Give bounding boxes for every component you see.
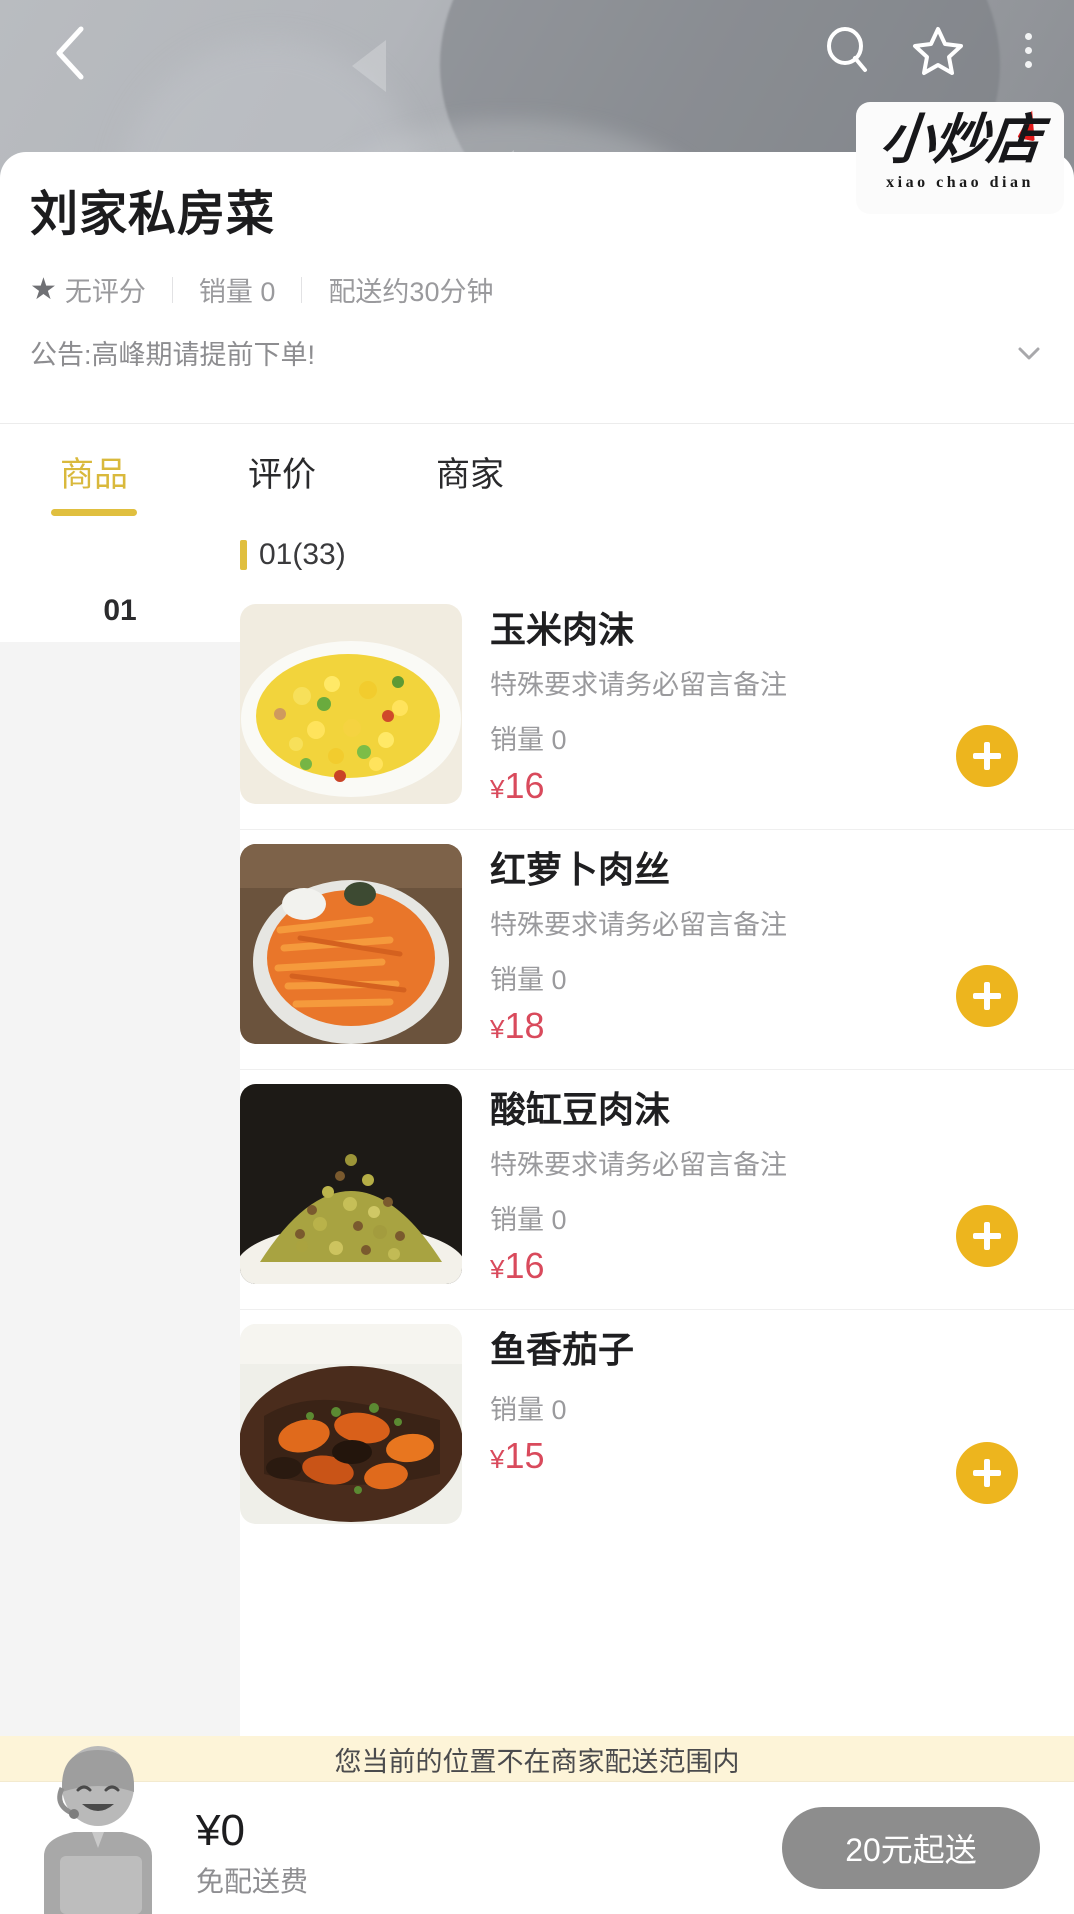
more-options-button[interactable] <box>998 20 1058 80</box>
banner-triangle-one <box>352 40 386 92</box>
price-value: 16 <box>504 1245 545 1286</box>
tab-reviews-label: 评价 <box>248 455 316 494</box>
shop-tabs: 商品 评价 商家 <box>0 423 1074 518</box>
food-sales: 销量 0 <box>490 1395 567 1425</box>
delivery-person-avatar[interactable] <box>26 1744 186 1914</box>
food-name: 红萝卜肉丝 <box>490 849 671 890</box>
tab-products-label: 商品 <box>60 455 128 494</box>
table-row[interactable]: 玉米肉沫 特殊要求请务必留言备注 销量 0 ¥16 <box>240 590 1074 830</box>
star-filled-icon: ★ <box>30 272 57 306</box>
meta-divider-two <box>301 276 303 303</box>
menu-items-list[interactable]: 01(33) 玉米肉沫 特殊要求请务必留言备注 销量 0 ¥16 红萝卜肉丝 特… <box>240 518 1074 1742</box>
tab-merchant-label: 商家 <box>436 455 504 494</box>
currency-symbol: ¥ <box>490 1444 505 1474</box>
corn-mince-photo <box>240 604 462 804</box>
tab-products[interactable]: 商品 <box>51 447 137 516</box>
add-to-cart-button[interactable] <box>956 965 1018 1027</box>
food-description: 特殊要求请务必留言备注 <box>490 670 787 700</box>
currency-symbol: ¥ <box>490 1014 505 1044</box>
tab-merchant[interactable]: 商家 <box>436 447 504 496</box>
section-title: 01(33) <box>259 538 346 571</box>
food-name: 鱼香茄子 <box>490 1329 635 1370</box>
food-thumbnail[interactable] <box>240 1084 462 1284</box>
shop-rating: 无评分 <box>64 277 146 307</box>
add-to-cart-button[interactable] <box>956 725 1018 787</box>
shop-logo-card: 小炒店 xiao chao dian <box>856 102 1064 214</box>
carrot-pork-photo <box>240 844 462 1044</box>
favorite-button[interactable] <box>908 20 968 80</box>
category-sidebar: 01 <box>0 518 240 1742</box>
cart-bar: ¥0 免配送费 20元起送 <box>0 1746 1074 1914</box>
tab-active-underline <box>51 508 137 516</box>
chevron-down-icon[interactable] <box>1014 338 1044 368</box>
shop-detail-page: 小炒店 xiao chao dian 刘家私房菜 ★ 无评分 销量 0 配送约3… <box>0 0 1074 1914</box>
category-sidebar-spacer <box>0 518 240 580</box>
shop-meta-row: ★ 无评分 销量 0 配送约30分钟 <box>30 270 1044 309</box>
food-name: 酸缸豆肉沫 <box>490 1089 671 1130</box>
menu-content: 01 01(33) 玉米肉沫 特殊要求请务必留言备注 销量 0 ¥16 红萝卜肉… <box>0 518 1074 1742</box>
shop-notice-text: 公告:高峰期请提前下单! <box>30 340 316 370</box>
section-accent-bar <box>240 540 247 570</box>
food-description: 特殊要求请务必留言备注 <box>490 910 787 940</box>
food-thumbnail[interactable] <box>240 1324 462 1524</box>
more-vertical-icon <box>1024 32 1032 68</box>
food-description: 特殊要求请务必留言备注 <box>490 1150 787 1180</box>
search-button[interactable] <box>818 20 878 80</box>
table-row[interactable]: 酸缸豆肉沫 特殊要求请务必留言备注 销量 0 ¥16 <box>240 1070 1074 1310</box>
shop-notice-row[interactable]: 公告:高峰期请提前下单! <box>30 333 1044 394</box>
star-outline-icon <box>913 27 963 75</box>
tab-reviews[interactable]: 评价 <box>248 447 316 496</box>
add-to-cart-button[interactable] <box>956 1442 1018 1504</box>
shop-sales: 销量 0 <box>198 277 276 307</box>
fish-fragrant-eggplant-photo <box>240 1324 462 1524</box>
add-to-cart-button[interactable] <box>956 1205 1018 1267</box>
price-value: 15 <box>504 1435 545 1476</box>
chevron-left-icon <box>56 26 84 80</box>
logo-chinese-text: 小炒店 <box>877 110 1043 170</box>
menu-section-header: 01(33) <box>240 518 1074 590</box>
price-value: 16 <box>504 765 545 806</box>
price-value: 18 <box>504 1005 545 1046</box>
cart-total-amount: ¥0 <box>196 1806 245 1855</box>
table-row[interactable]: 红萝卜肉丝 特殊要求请务必留言备注 销量 0 ¥18 <box>240 830 1074 1070</box>
sidebar-item-01[interactable]: 01 <box>0 580 240 642</box>
food-thumbnail[interactable] <box>240 604 462 804</box>
search-icon <box>827 27 867 72</box>
currency-symbol: ¥ <box>490 1254 505 1284</box>
warning-text: 您当前的位置不在商家配送范围内 <box>334 1746 740 1777</box>
sour-bean-mince-photo <box>240 1084 462 1284</box>
sidebar-item-01-label: 01 <box>103 594 137 627</box>
table-row[interactable]: 鱼香茄子 销量 0 ¥15 <box>240 1310 1074 1546</box>
back-button[interactable] <box>36 20 102 86</box>
banner-action-icons <box>818 20 1058 80</box>
food-name: 玉米肉沫 <box>490 609 635 650</box>
food-thumbnail[interactable] <box>240 844 462 1044</box>
meta-divider-one <box>171 276 173 303</box>
delivery-fee-label: 免配送费 <box>196 1866 309 1897</box>
currency-symbol: ¥ <box>490 774 505 804</box>
min-order-button[interactable]: 20元起送 <box>782 1807 1040 1889</box>
shop-delivery-time: 配送约30分钟 <box>328 277 494 307</box>
logo-pinyin-text: xiao chao dian <box>886 174 1034 191</box>
